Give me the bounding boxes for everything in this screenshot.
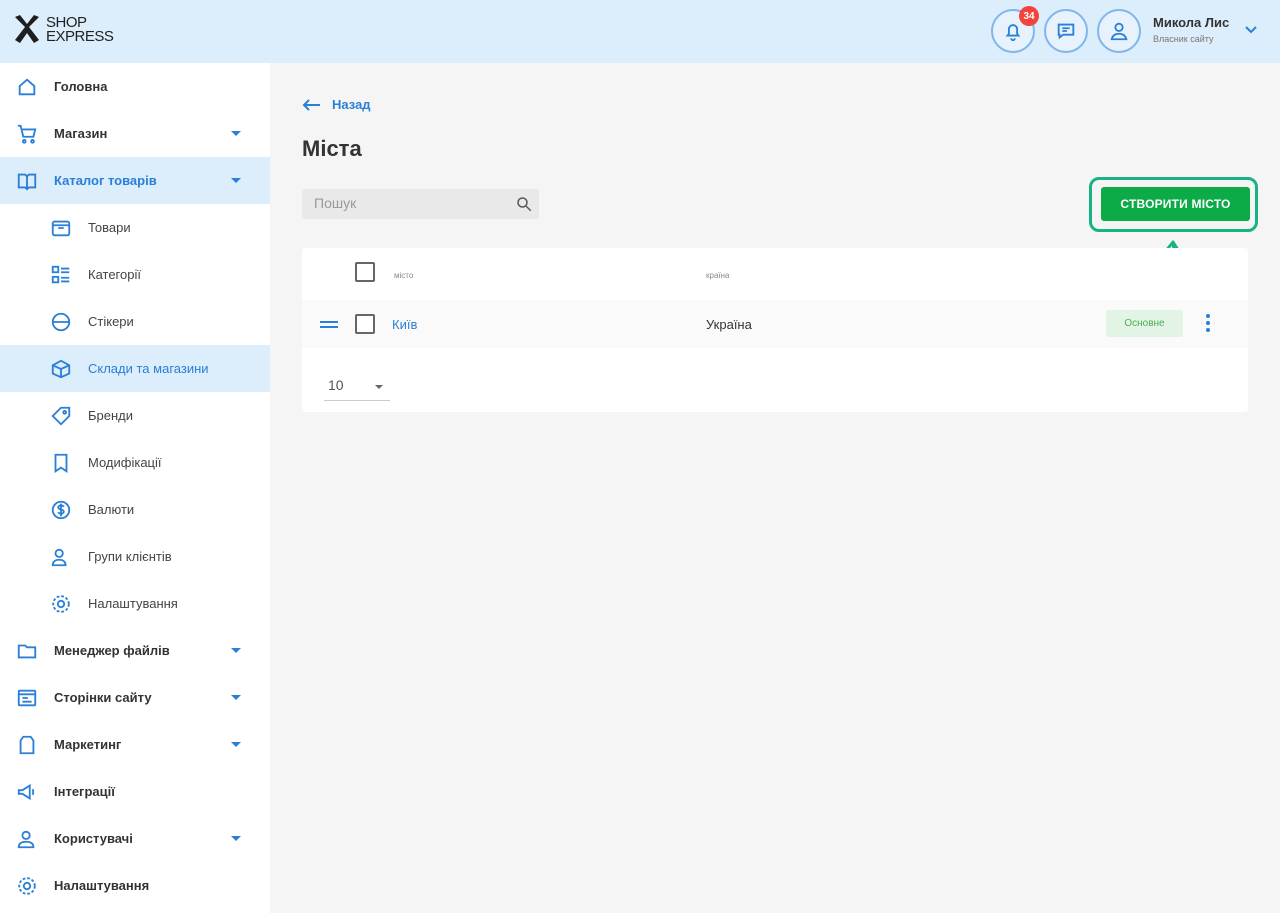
sidebar-item-label: Валюти: [88, 502, 135, 517]
page-title: Міста: [302, 136, 362, 161]
sidebar-item-customer-groups[interactable]: Групи клієнтів: [0, 533, 270, 580]
messages-button[interactable]: [1044, 9, 1088, 53]
back-link[interactable]: Назад: [302, 97, 371, 112]
sidebar-item-stickers[interactable]: Стікери: [0, 298, 270, 345]
sidebar-item-file-manager[interactable]: Менеджер файлів: [0, 627, 270, 674]
marketing-icon: [19, 735, 35, 755]
search-box: [302, 189, 539, 219]
sidebar-item-currencies[interactable]: Валюти: [0, 486, 270, 533]
column-header-city[interactable]: місто: [394, 271, 413, 280]
sidebar-item-label: Категорії: [88, 267, 141, 282]
row-checkbox[interactable]: [355, 314, 375, 334]
chat-icon: [1057, 23, 1075, 40]
sidebar-item-label: Каталог товарів: [54, 173, 157, 188]
city-link[interactable]: Київ: [392, 317, 417, 332]
profile-button[interactable]: [1097, 9, 1141, 53]
user-icon: [1110, 22, 1128, 41]
sidebar-item-integrations[interactable]: Інтеграції: [0, 768, 270, 815]
chevron-down-icon[interactable]: [1244, 25, 1258, 35]
chevron-down-icon[interactable]: [231, 836, 241, 841]
sidebar-item-catalog-settings[interactable]: Налаштування: [0, 580, 270, 627]
chevron-down-icon: [375, 385, 383, 389]
catalog-icon: [17, 173, 37, 191]
more-actions-icon[interactable]: [1206, 314, 1210, 335]
chevron-down-icon[interactable]: [231, 742, 241, 747]
chevron-down-icon[interactable]: [231, 695, 241, 700]
column-header-country[interactable]: країна: [706, 271, 730, 280]
sidebar: Головна Магазин Каталог товарів Товари К…: [0, 63, 270, 913]
tag-icon: [51, 406, 71, 426]
sidebar-item-warehouses[interactable]: Склади та магазини: [0, 345, 270, 392]
logo-line-2: EXPRESS: [46, 28, 114, 45]
gear-icon: [18, 877, 36, 895]
bell-icon: [1005, 24, 1021, 42]
sidebar-item-label: Групи клієнтів: [88, 549, 172, 564]
sidebar-item-brands[interactable]: Бренди: [0, 392, 270, 439]
chevron-down-icon[interactable]: [231, 178, 241, 183]
sidebar-item-settings[interactable]: Налаштування: [0, 862, 270, 909]
notifications-badge: 34: [1019, 6, 1039, 26]
megaphone-icon: [17, 783, 35, 801]
sidebar-item-label: Інтеграції: [54, 784, 115, 799]
chevron-down-icon[interactable]: [231, 648, 241, 653]
sidebar-item-label: Головна: [54, 79, 108, 94]
logo-mark-icon: [15, 15, 39, 43]
user-group-icon: [51, 548, 67, 567]
sidebar-item-label: Налаштування: [54, 878, 150, 893]
dollar-icon: [51, 500, 71, 520]
sidebar-item-label: Магазин: [54, 126, 108, 141]
sidebar-item-label: Бренди: [88, 408, 134, 423]
sidebar-item-label: Маркетинг: [54, 737, 122, 752]
sidebar-item-site-pages[interactable]: Сторінки сайту: [0, 674, 270, 721]
country-cell: Україна: [706, 317, 752, 332]
per-page-value: 10: [328, 377, 344, 393]
back-label: Назад: [332, 97, 371, 112]
search-icon[interactable]: [515, 195, 533, 213]
cart-icon: [17, 124, 37, 144]
per-page-select[interactable]: 10: [324, 375, 390, 401]
categories-icon: [51, 265, 70, 284]
sidebar-item-label: Стікери: [88, 314, 134, 329]
sidebar-item-marketing[interactable]: Маркетинг: [0, 721, 270, 768]
bookmark-icon: [54, 453, 68, 473]
product-box-icon: [51, 220, 71, 237]
home-icon: [18, 78, 36, 96]
gear-icon: [52, 595, 70, 613]
drag-handle-icon[interactable]: [320, 321, 338, 331]
sidebar-item-label: Користувачі: [54, 831, 133, 846]
sidebar-item-label: Модифікації: [88, 455, 162, 470]
sidebar-item-label: Менеджер файлів: [54, 643, 170, 658]
warehouse-icon: [51, 359, 71, 379]
user-role: Власник сайту: [1153, 34, 1214, 44]
create-city-button[interactable]: СТВОРИТИ МІСТО: [1101, 187, 1250, 221]
status-badge: Основне: [1106, 310, 1183, 337]
sidebar-item-categories[interactable]: Категорії: [0, 251, 270, 298]
logo[interactable]: SHOP EXPRESS: [12, 14, 114, 46]
select-all-checkbox[interactable]: [355, 262, 375, 282]
notifications-button[interactable]: 34: [991, 6, 1039, 53]
sidebar-item-label: Налаштування: [88, 596, 178, 611]
logo-text: SHOP EXPRESS: [46, 15, 114, 45]
sidebar-item-modifications[interactable]: Модифікації: [0, 439, 270, 486]
folder-icon: [17, 644, 37, 659]
sidebar-item-home[interactable]: Головна: [0, 63, 270, 110]
sidebar-item-label: Склади та магазини: [88, 361, 209, 376]
top-header: SHOP EXPRESS 34 Микола Лис Власник сайту: [0, 0, 1280, 63]
users-icon: [17, 830, 35, 849]
cities-table: місто країна Київ Україна Основне 10: [302, 248, 1248, 412]
sidebar-item-shop[interactable]: Магазин: [0, 110, 270, 157]
sticker-icon: [51, 312, 71, 332]
sidebar-item-label: Товари: [88, 220, 131, 235]
user-name[interactable]: Микола Лис: [1153, 15, 1229, 30]
arrow-left-icon: [302, 98, 320, 111]
sidebar-item-catalog[interactable]: Каталог товарів: [0, 157, 270, 204]
sidebar-item-products[interactable]: Товари: [0, 204, 270, 251]
sidebar-item-users[interactable]: Користувачі: [0, 815, 270, 862]
table-row[interactable]: Київ Україна Основне: [302, 300, 1248, 348]
chevron-down-icon[interactable]: [231, 131, 241, 136]
sidebar-item-label: Сторінки сайту: [54, 690, 152, 705]
search-input[interactable]: [314, 195, 504, 211]
pages-icon: [17, 689, 37, 707]
